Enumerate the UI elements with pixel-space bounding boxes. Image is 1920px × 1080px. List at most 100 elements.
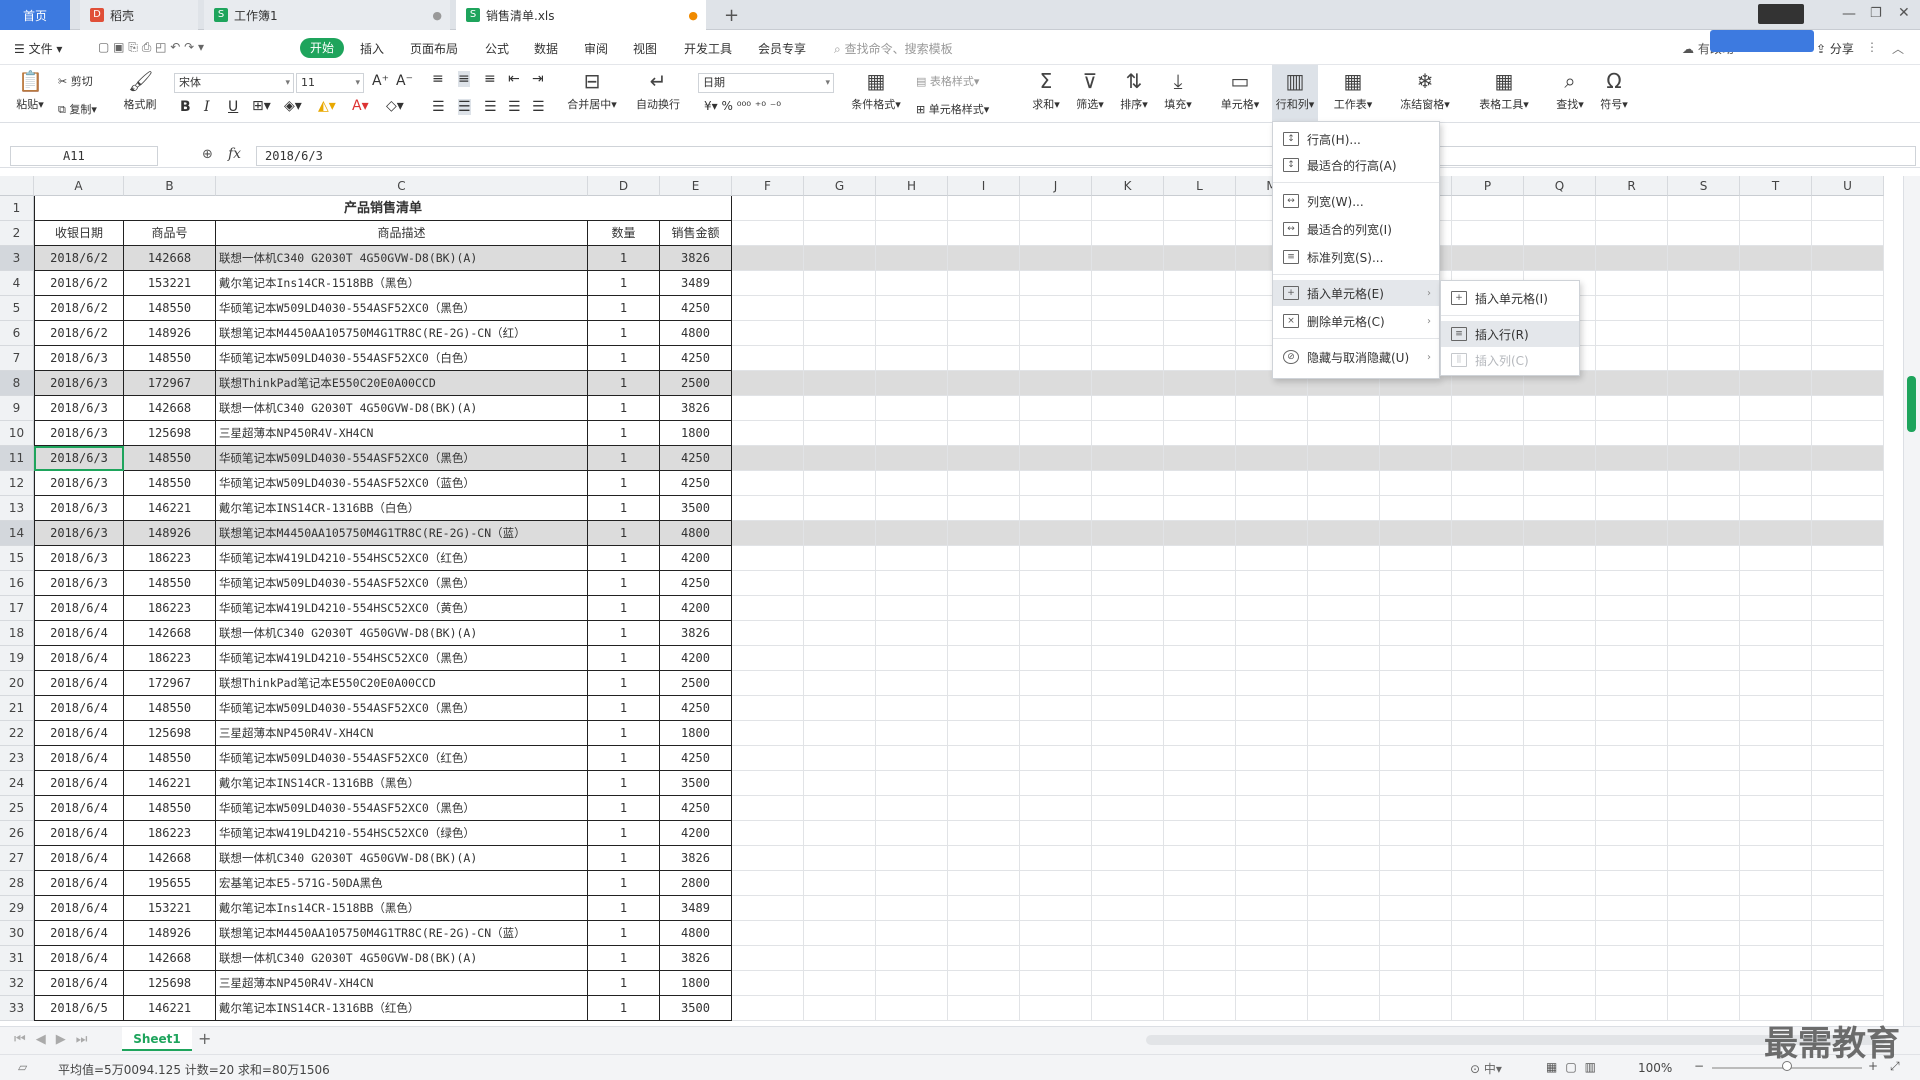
cell[interactable] bbox=[1308, 871, 1380, 896]
cell[interactable] bbox=[876, 421, 948, 446]
cell[interactable] bbox=[1524, 871, 1596, 896]
cell[interactable] bbox=[1164, 321, 1236, 346]
data-cell[interactable]: 4250 bbox=[660, 346, 732, 371]
data-cell[interactable]: 153221 bbox=[124, 271, 216, 296]
cell[interactable] bbox=[1524, 596, 1596, 621]
cell[interactable] bbox=[1452, 896, 1524, 921]
cell[interactable] bbox=[1668, 696, 1740, 721]
symbol-button[interactable]: Ω 符号▾ bbox=[1598, 69, 1630, 112]
cell[interactable] bbox=[1164, 546, 1236, 571]
cell[interactable] bbox=[1524, 771, 1596, 796]
worksheet-button[interactable]: ▦ 工作表▾ bbox=[1330, 69, 1376, 112]
data-cell[interactable]: 4250 bbox=[660, 471, 732, 496]
data-cell[interactable]: 1 bbox=[588, 321, 660, 346]
cell[interactable] bbox=[1596, 496, 1668, 521]
cell[interactable] bbox=[1812, 771, 1884, 796]
cell[interactable] bbox=[876, 721, 948, 746]
cell[interactable] bbox=[1380, 521, 1452, 546]
cell[interactable] bbox=[732, 646, 804, 671]
cell[interactable] bbox=[1524, 521, 1596, 546]
column-header-G[interactable]: G bbox=[804, 176, 876, 196]
data-cell[interactable]: 华硕笔记本W419LD4210-554HSC52XC0（黑色） bbox=[216, 646, 588, 671]
data-cell[interactable]: 195655 bbox=[124, 871, 216, 896]
cell[interactable] bbox=[1452, 771, 1524, 796]
cell[interactable] bbox=[1092, 946, 1164, 971]
tab-view[interactable]: 视图 bbox=[633, 40, 657, 57]
row-header[interactable]: 20 bbox=[0, 671, 34, 696]
data-cell[interactable]: 2800 bbox=[660, 871, 732, 896]
zoom-out-icon[interactable]: − bbox=[1694, 1059, 1704, 1073]
data-cell[interactable]: 172967 bbox=[124, 671, 216, 696]
cell[interactable] bbox=[732, 446, 804, 471]
cell[interactable] bbox=[876, 921, 948, 946]
cell[interactable] bbox=[1164, 746, 1236, 771]
cell[interactable] bbox=[948, 696, 1020, 721]
cell[interactable] bbox=[1308, 796, 1380, 821]
cell[interactable] bbox=[1596, 971, 1668, 996]
cell[interactable] bbox=[1092, 446, 1164, 471]
data-cell[interactable]: 4200 bbox=[660, 546, 732, 571]
data-cell[interactable]: 4800 bbox=[660, 521, 732, 546]
data-cell[interactable]: 1 bbox=[588, 896, 660, 921]
data-cell[interactable]: 1 bbox=[588, 396, 660, 421]
cell[interactable] bbox=[948, 821, 1020, 846]
cell[interactable] bbox=[1812, 521, 1884, 546]
cell[interactable] bbox=[1740, 396, 1812, 421]
cell[interactable] bbox=[1236, 896, 1308, 921]
cell[interactable] bbox=[804, 846, 876, 871]
data-cell[interactable]: 2018/6/3 bbox=[34, 396, 124, 421]
cell[interactable] bbox=[1596, 571, 1668, 596]
cell[interactable] bbox=[1236, 671, 1308, 696]
cell[interactable] bbox=[876, 596, 948, 621]
cell[interactable] bbox=[876, 946, 948, 971]
cell[interactable] bbox=[876, 996, 948, 1021]
data-cell[interactable]: 1800 bbox=[660, 721, 732, 746]
cell[interactable] bbox=[876, 621, 948, 646]
select-all-corner[interactable] bbox=[0, 176, 34, 196]
cell[interactable] bbox=[1668, 996, 1740, 1021]
cell[interactable] bbox=[1452, 671, 1524, 696]
data-cell[interactable]: 148550 bbox=[124, 446, 216, 471]
cell[interactable] bbox=[1092, 421, 1164, 446]
cell[interactable] bbox=[1812, 371, 1884, 396]
cell[interactable] bbox=[1164, 946, 1236, 971]
data-cell[interactable]: 186223 bbox=[124, 646, 216, 671]
cell[interactable] bbox=[1092, 721, 1164, 746]
cell[interactable] bbox=[1380, 996, 1452, 1021]
cell[interactable] bbox=[732, 796, 804, 821]
data-cell[interactable]: 2018/6/3 bbox=[34, 371, 124, 396]
cell[interactable] bbox=[876, 846, 948, 871]
data-cell[interactable]: 联想一体机C340 G2030T 4G50GVW-D8(BK)(A) bbox=[216, 396, 588, 421]
data-cell[interactable]: 2018/6/4 bbox=[34, 796, 124, 821]
cell[interactable] bbox=[1452, 746, 1524, 771]
cell[interactable] bbox=[1308, 846, 1380, 871]
cell[interactable] bbox=[804, 321, 876, 346]
view-mode-icons[interactable]: ▦▢▥ bbox=[1546, 1060, 1604, 1074]
data-cell[interactable]: 2018/6/2 bbox=[34, 296, 124, 321]
cell[interactable] bbox=[1524, 821, 1596, 846]
cell[interactable] bbox=[948, 421, 1020, 446]
close-window-icon[interactable]: ✕ bbox=[1898, 5, 1910, 21]
align-left-icon[interactable]: ☰ bbox=[432, 99, 445, 115]
cell[interactable] bbox=[1452, 696, 1524, 721]
cell[interactable] bbox=[1812, 896, 1884, 921]
cell[interactable] bbox=[1596, 921, 1668, 946]
macro-icon[interactable]: ▱ bbox=[18, 1060, 27, 1074]
cell[interactable] bbox=[1020, 671, 1092, 696]
cell[interactable] bbox=[1668, 596, 1740, 621]
data-cell[interactable]: 2018/6/4 bbox=[34, 921, 124, 946]
data-cell[interactable]: 186223 bbox=[124, 546, 216, 571]
cell[interactable] bbox=[1380, 671, 1452, 696]
cell[interactable] bbox=[1164, 446, 1236, 471]
cell[interactable] bbox=[1380, 771, 1452, 796]
cell[interactable] bbox=[1740, 821, 1812, 846]
cell[interactable] bbox=[876, 396, 948, 421]
cell[interactable] bbox=[1164, 721, 1236, 746]
cell[interactable] bbox=[804, 946, 876, 971]
cell[interactable] bbox=[1596, 821, 1668, 846]
cell[interactable] bbox=[948, 296, 1020, 321]
row-header[interactable]: 21 bbox=[0, 696, 34, 721]
cell[interactable] bbox=[1740, 971, 1812, 996]
tab-start[interactable]: 开始 bbox=[300, 38, 344, 58]
cell[interactable] bbox=[1812, 721, 1884, 746]
